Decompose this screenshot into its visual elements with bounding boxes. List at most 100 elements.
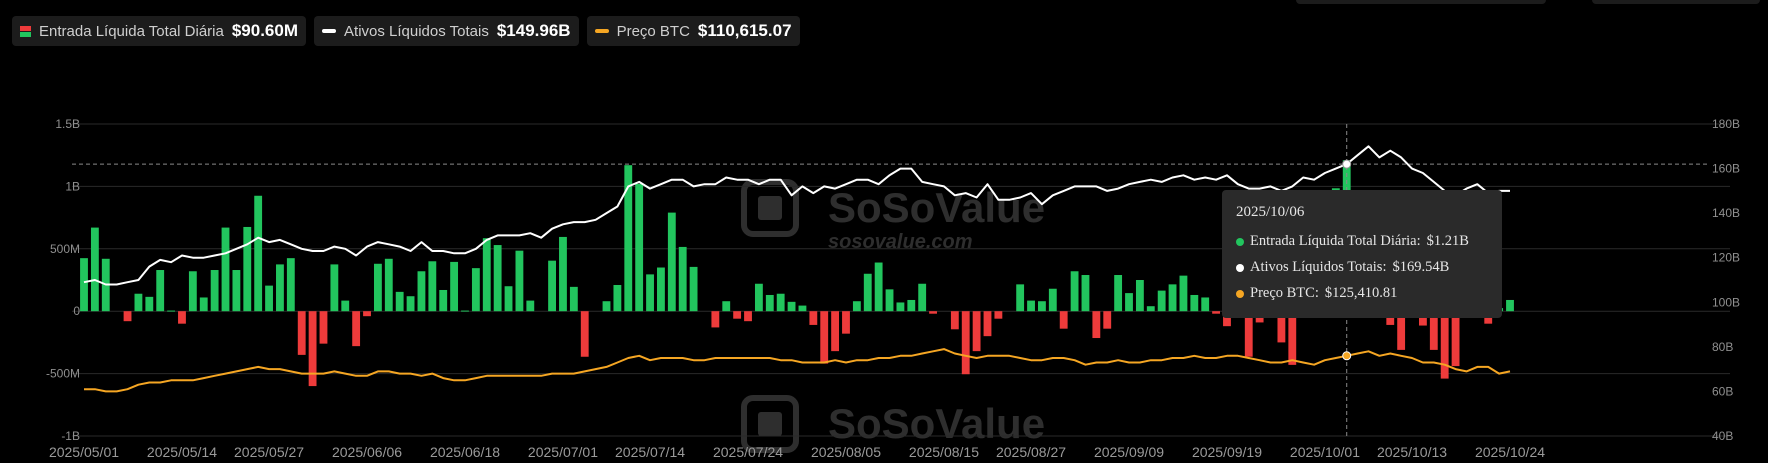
flow-bar — [722, 301, 731, 312]
flow-bar — [602, 301, 611, 312]
x-tick-label: 2025/08/27 — [996, 444, 1066, 460]
flow-bar — [1016, 284, 1025, 312]
flow-bar — [1179, 275, 1188, 312]
flow-bar — [820, 311, 829, 364]
orange-dot-icon — [1236, 289, 1244, 298]
tooltip-flow-label: Entrada Líquida Total Diária: — [1250, 233, 1421, 249]
right-axis: 180B 160B 140B 120B 100B 80B 60B 40B — [1712, 117, 1740, 443]
flow-bar — [1168, 284, 1177, 312]
flow-bar — [569, 286, 578, 312]
watermark-logo-icon-lower — [741, 395, 799, 453]
flow-bar — [1440, 311, 1449, 379]
tooltip-price-label: Preço BTC: — [1250, 285, 1319, 301]
flow-bar — [831, 311, 840, 352]
flow-bar — [950, 311, 959, 330]
flow-bar — [330, 264, 339, 312]
tooltip-price-row: Preço BTC: $125,410.81 — [1236, 285, 1488, 302]
flow-bar — [1244, 311, 1253, 357]
tooltip-flow-row: Entrada Líquida Total Diária: $1.21B — [1236, 233, 1488, 250]
flow-bar — [809, 311, 818, 325]
right-tick-label: 120B — [1712, 251, 1740, 265]
flow-bar — [439, 289, 448, 312]
flow-bar — [711, 311, 720, 328]
tooltip-date: 2025/10/06 — [1236, 204, 1305, 220]
flow-bar — [994, 311, 1003, 319]
flow-bar — [1451, 311, 1460, 367]
flow-bar — [450, 261, 459, 312]
flow-bar — [613, 284, 622, 312]
right-tick-label: 80B — [1712, 340, 1733, 354]
flow-bar — [286, 258, 295, 312]
flow-bar — [341, 300, 350, 312]
left-tick-label: 1.5B — [55, 117, 80, 131]
green-dot-icon — [1236, 237, 1244, 246]
left-tick-label: -500M — [46, 367, 80, 381]
flow-bar — [548, 260, 556, 312]
flow-bar — [776, 293, 785, 312]
tooltip-assets-value: $169.54B — [1392, 259, 1450, 275]
x-tick-label: 2025/07/14 — [615, 444, 685, 460]
x-tick-label: 2025/06/18 — [430, 444, 500, 460]
flow-bar — [1506, 299, 1514, 312]
flow-bar — [90, 227, 99, 312]
flow-bar — [961, 311, 970, 375]
x-tick-label: 2025/05/27 — [234, 444, 304, 460]
x-tick-label: 2025/10/01 — [1290, 444, 1360, 460]
flow-bar — [1081, 275, 1090, 312]
flow-bar — [972, 311, 981, 352]
x-tick-label: 2025/05/01 — [49, 444, 119, 460]
tooltip-price-value: $125,410.81 — [1324, 285, 1398, 301]
flow-bar — [145, 296, 154, 312]
x-tick-label: 2025/08/15 — [909, 444, 979, 460]
flow-bar — [167, 310, 176, 312]
left-tick-label: 500M — [50, 242, 80, 256]
flow-bar — [515, 250, 524, 312]
flow-bar — [526, 300, 535, 312]
flow-bar — [842, 311, 850, 334]
flow-bar — [395, 291, 404, 312]
flow-bar — [852, 301, 861, 312]
flow-bar — [276, 264, 284, 312]
flow-bar — [221, 227, 230, 312]
flow-bar — [297, 311, 306, 355]
flow-bar — [907, 299, 916, 312]
flow-bar — [896, 302, 905, 312]
flow-bar — [580, 311, 589, 357]
flow-bar — [863, 273, 872, 312]
flow-bar — [657, 267, 665, 312]
x-tick-label: 2025/05/14 — [147, 444, 217, 460]
flow-bar — [156, 270, 165, 312]
flow-bar — [123, 311, 132, 322]
flow-bar — [1048, 288, 1057, 312]
flow-bar — [918, 283, 927, 312]
chart-tooltip: 2025/10/06 Entrada Líquida Total Diária:… — [1222, 190, 1502, 318]
white-dot-icon — [1236, 263, 1244, 272]
x-tick-label: 2025/07/01 — [528, 444, 598, 460]
chart-canvas[interactable]: SoSoValue sosovalue.com SoSoValue 1.5B 1B… — [0, 0, 1768, 463]
assets-point-marker — [1342, 159, 1352, 169]
flow-bar — [1146, 306, 1155, 312]
flow-bar — [1212, 311, 1221, 314]
flow-bar — [1114, 275, 1123, 312]
flow-bar — [874, 262, 883, 312]
flow-bar — [363, 311, 371, 317]
x-tick-label: 2025/09/19 — [1192, 444, 1262, 460]
flow-bar — [134, 293, 143, 312]
flow-bar — [1190, 294, 1199, 312]
flow-bar — [1201, 297, 1210, 312]
flow-bar — [1288, 311, 1297, 365]
flow-bar — [199, 297, 208, 312]
flow-bar — [417, 271, 426, 312]
flow-bar — [754, 283, 763, 312]
flow-bar — [1103, 311, 1112, 329]
flow-bar — [635, 183, 644, 312]
flow-bar — [232, 270, 241, 312]
flow-bar — [243, 226, 252, 312]
flow-bar — [1070, 271, 1079, 312]
x-tick-label: 2025/09/09 — [1094, 444, 1164, 460]
flow-bar — [471, 268, 480, 312]
watermark-brand-lower: SoSoValue — [828, 400, 1045, 447]
flow-bar — [929, 311, 937, 314]
flow-bar — [319, 311, 328, 344]
flow-bar — [504, 286, 513, 312]
